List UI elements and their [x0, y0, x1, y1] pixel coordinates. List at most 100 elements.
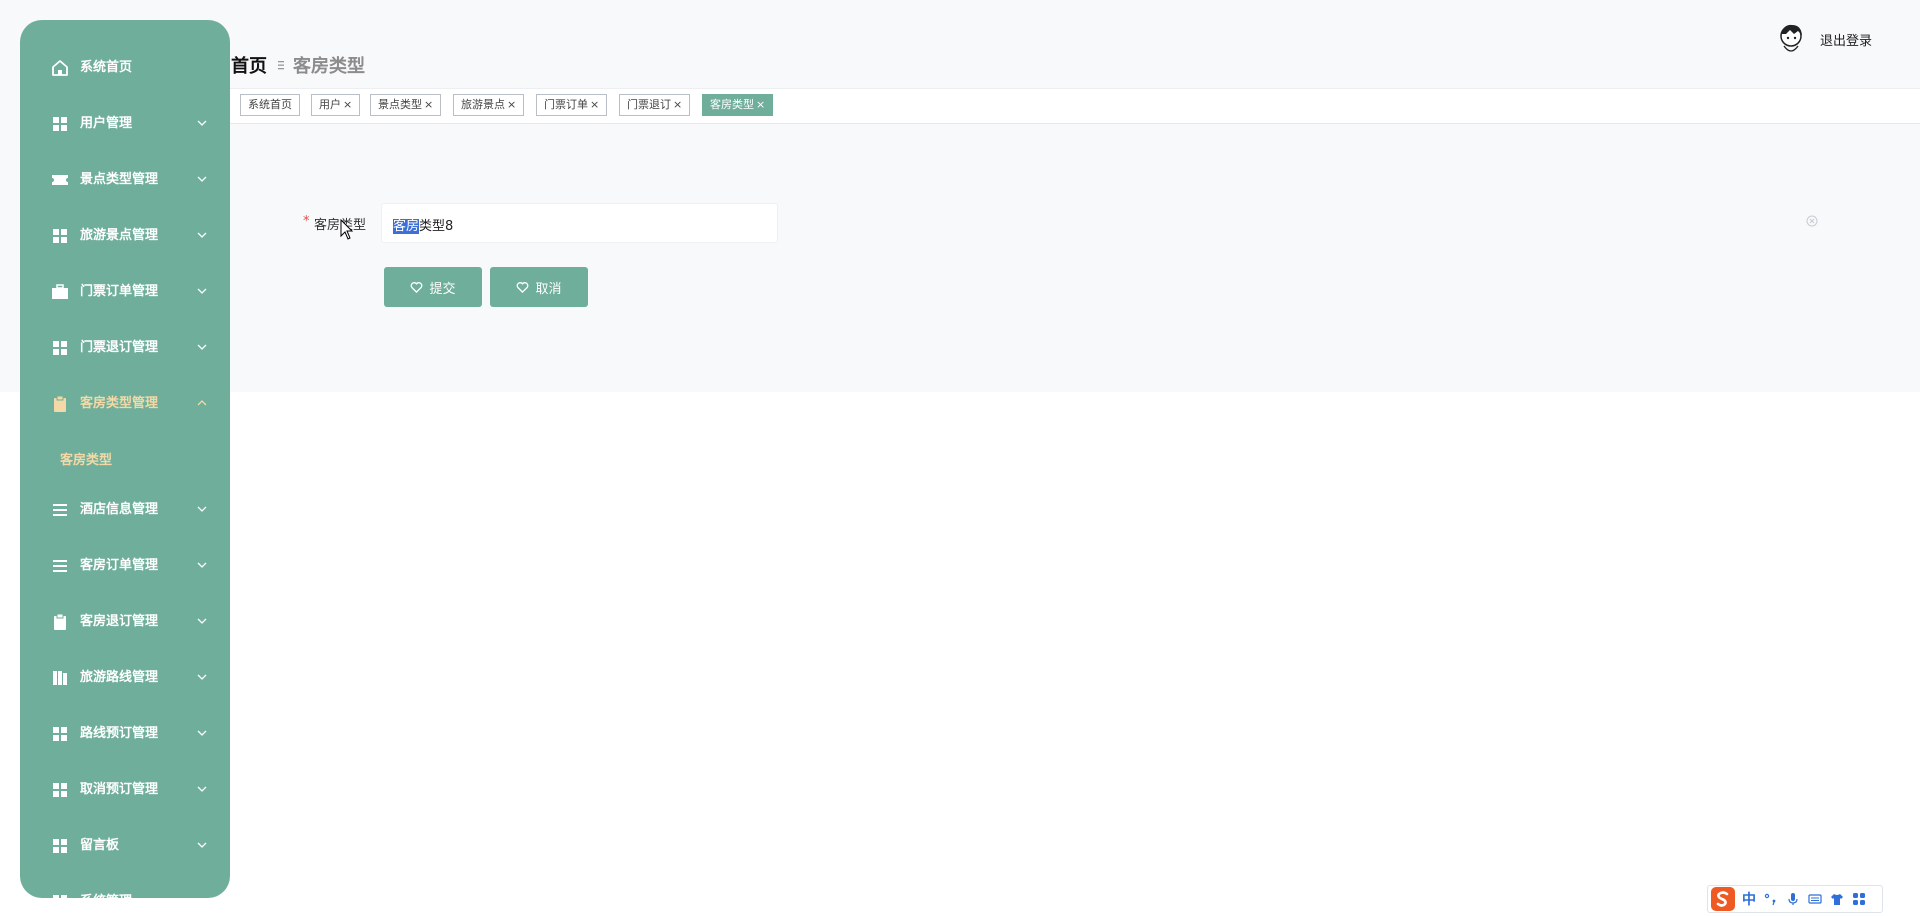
- tag-users[interactable]: 用户 ×: [311, 94, 361, 116]
- selected-text: 客房: [393, 219, 420, 234]
- microphone-icon[interactable]: [1786, 892, 1800, 906]
- home-icon: [52, 60, 68, 76]
- close-icon[interactable]: ×: [343, 98, 352, 111]
- chevron-down-icon: [197, 562, 207, 568]
- tag-label: 客房类型: [710, 98, 754, 111]
- separator-icon: [278, 61, 284, 70]
- chevron-down-icon: [197, 730, 207, 736]
- close-icon[interactable]: ×: [756, 98, 765, 111]
- chevron-down-icon: [197, 618, 207, 624]
- sogou-logo-icon: [1711, 887, 1735, 911]
- breadcrumb: 首页 客房类型: [231, 52, 365, 78]
- sidebar-item-ticket-refunds[interactable]: 门票退订管理: [20, 320, 230, 376]
- sidebar-item-label: 景点类型管理: [80, 172, 159, 187]
- chevron-down-icon: [197, 674, 207, 680]
- tag-room-types[interactable]: 客房类型 ×: [702, 94, 774, 116]
- required-mark: *: [303, 214, 310, 229]
- sidebar-item-cancel-booking[interactable]: 取消预订管理: [20, 762, 230, 818]
- heart-icon: [517, 281, 529, 293]
- logout-button[interactable]: 退出登录: [1820, 30, 1872, 49]
- sidebar-item-ticket-orders[interactable]: 门票订单管理: [20, 264, 230, 320]
- grid-icon: [53, 229, 67, 243]
- list-icon: [53, 560, 67, 572]
- tag-home[interactable]: 系统首页: [240, 94, 300, 116]
- grid-icon: [53, 117, 67, 131]
- avatar[interactable]: [1776, 22, 1806, 56]
- sidebar-item-label: 客房退订管理: [80, 614, 159, 629]
- close-icon[interactable]: ×: [424, 98, 433, 111]
- chevron-up-icon: [197, 400, 207, 406]
- ticket-icon: [52, 175, 68, 185]
- sidebar-item-label: 取消预订管理: [80, 782, 159, 797]
- sidebar-item-room-types[interactable]: 客房类型管理: [20, 376, 230, 432]
- sidebar-item-label: 路线预订管理: [80, 726, 159, 741]
- chevron-down-icon: [197, 786, 207, 792]
- sidebar-item-hotel-info[interactable]: 酒店信息管理: [20, 482, 230, 538]
- tag-ticket-refunds[interactable]: 门票退订 ×: [619, 94, 691, 116]
- ime-toolbar[interactable]: 中: [1707, 885, 1883, 913]
- tag-label: 门票订单: [544, 98, 588, 111]
- sidebar-item-label: 客房订单管理: [80, 558, 159, 573]
- submit-button[interactable]: 提交: [384, 267, 482, 307]
- heart-icon: [411, 281, 423, 293]
- sidebar-item-label: 留言板: [80, 838, 120, 853]
- briefcase-icon: [52, 284, 68, 299]
- tag-label: 旅游景点: [461, 98, 505, 111]
- sidebar-item-message-board[interactable]: 留言板: [20, 818, 230, 874]
- sidebar-item-users[interactable]: 用户管理: [20, 96, 230, 152]
- sidebar-item-travel-routes[interactable]: 旅游路线管理: [20, 650, 230, 706]
- tag-ticket-orders[interactable]: 门票订单 ×: [536, 94, 608, 116]
- skin-shirt-icon[interactable]: [1830, 892, 1844, 906]
- sidebar-subitem-room-type[interactable]: 客房类型: [20, 436, 230, 486]
- grid-icon: [53, 839, 67, 853]
- mouse-pointer-icon: [340, 219, 354, 240]
- remaining-text: 类型8: [419, 219, 454, 234]
- sidebar-item-label: 旅游路线管理: [80, 670, 159, 685]
- sidebar-item-label: 用户管理: [80, 116, 133, 131]
- close-icon[interactable]: ×: [590, 98, 599, 111]
- list-icon: [53, 504, 67, 516]
- sidebar-item-label: 客房类型管理: [80, 396, 159, 411]
- chevron-down-icon: [197, 288, 207, 294]
- tag-label: 门票退订: [627, 98, 671, 111]
- clear-circle-icon[interactable]: [1806, 215, 1818, 227]
- sidebar-item-scenic-spots[interactable]: 旅游景点管理: [20, 208, 230, 264]
- cancel-button[interactable]: 取消: [490, 267, 588, 307]
- close-icon[interactable]: ×: [507, 98, 516, 111]
- chevron-down-icon: [197, 120, 207, 126]
- grid-icon: [53, 341, 67, 355]
- clipboard-icon: [54, 395, 66, 412]
- sidebar-item-home[interactable]: 系统首页: [20, 40, 230, 96]
- chevron-down-icon: [197, 842, 207, 848]
- chevron-down-icon: [197, 176, 207, 182]
- sidebar-item-label: 旅游景点管理: [80, 228, 159, 243]
- chevron-down-icon: [197, 232, 207, 238]
- sidebar: 系统首页 用户管理 景点类型管理 旅游景点管理 门票订单管理 门票退订管理 客房…: [20, 20, 230, 898]
- sidebar-item-route-booking[interactable]: 路线预订管理: [20, 706, 230, 762]
- submit-label: 提交: [429, 280, 456, 296]
- tag-scenic-type[interactable]: 景点类型 ×: [370, 94, 442, 116]
- room-type-input[interactable]: 客房类型8: [381, 203, 778, 243]
- sidebar-item-system[interactable]: 系统管理: [20, 874, 230, 898]
- chevron-down-icon: [197, 506, 207, 512]
- sidebar-item-label: 系统管理: [80, 874, 132, 898]
- chevron-down-icon: [197, 344, 207, 350]
- tag-scenic-spots[interactable]: 旅游景点 ×: [453, 94, 525, 116]
- tag-label: 景点类型: [378, 98, 422, 111]
- sidebar-item-label: 系统首页: [80, 60, 133, 75]
- ime-language[interactable]: 中: [1742, 889, 1756, 909]
- sidebar-item-scenic-type[interactable]: 景点类型管理: [20, 152, 230, 208]
- sidebar-item-label: 门票订单管理: [80, 284, 159, 299]
- tag-label: 系统首页: [248, 98, 292, 111]
- book-icon: [53, 671, 67, 685]
- sidebar-item-room-orders[interactable]: 客房订单管理: [20, 538, 230, 594]
- keyboard-icon[interactable]: [1808, 892, 1822, 906]
- grid-icon: [53, 895, 67, 898]
- close-icon[interactable]: ×: [673, 98, 682, 111]
- punctuation-icon[interactable]: [1764, 892, 1778, 906]
- breadcrumb-home[interactable]: 首页: [231, 52, 267, 78]
- input-value: 客房类型8: [393, 215, 453, 234]
- toolbox-grid-icon[interactable]: [1852, 892, 1866, 906]
- sidebar-item-room-refunds[interactable]: 客房退订管理: [20, 594, 230, 650]
- sidebar-item-label: 门票退订管理: [80, 340, 159, 355]
